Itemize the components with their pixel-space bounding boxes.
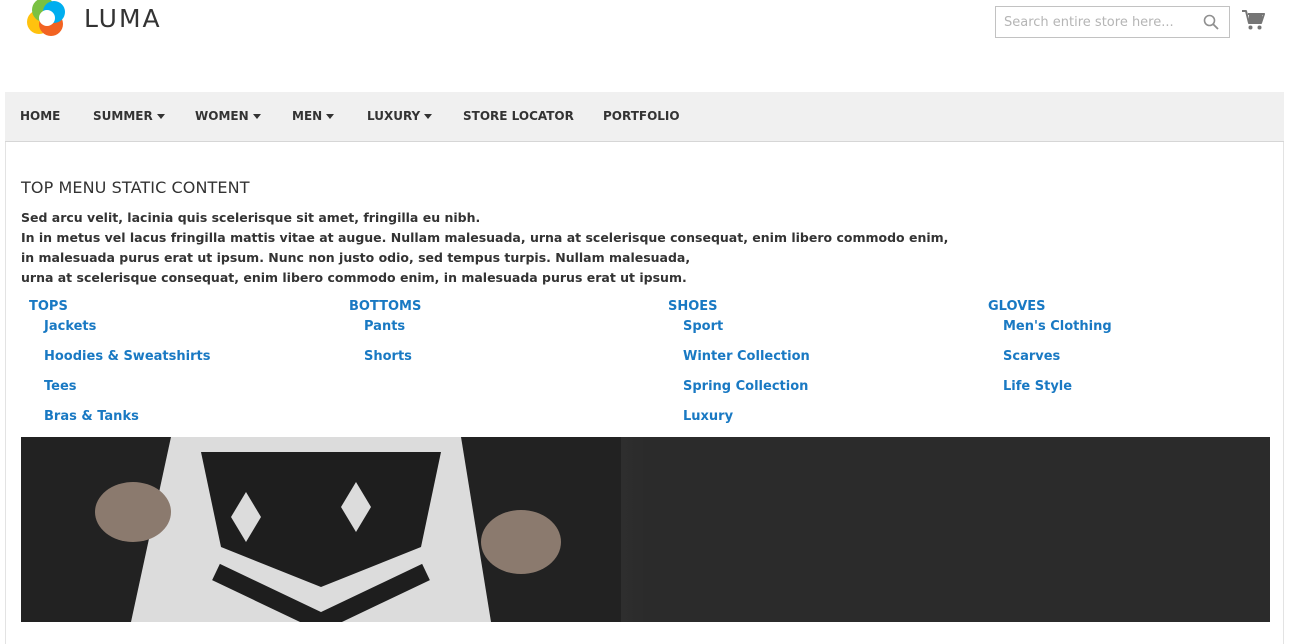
mega-menu-panel: TOP MENU STATIC CONTENT Sed arcu velit, …	[5, 142, 1284, 644]
menu-link[interactable]: Tees	[44, 379, 210, 409]
column-heading[interactable]: SHOES	[668, 299, 810, 315]
menu-link[interactable]: Spring Collection	[683, 379, 810, 409]
menu-column-shoes: SHOES Sport Winter Collection Spring Col…	[668, 299, 810, 439]
nav-item-luxury[interactable]: LUXURY	[367, 109, 433, 123]
luma-logo-icon	[24, 0, 70, 42]
menu-column-gloves: GLOVES Men's Clothing Scarves Life Style	[988, 299, 1112, 409]
nav-item-label: SUMMER	[93, 109, 153, 123]
menu-link[interactable]: Shorts	[364, 349, 421, 379]
caret-down-icon	[424, 113, 433, 119]
menu-link[interactable]: Hoodies & Sweatshirts	[44, 349, 210, 379]
menu-link[interactable]: Sport	[683, 319, 810, 349]
top-navigation: HOME SUMMER WOMEN MEN LUXURY STORE LOCAT…	[5, 92, 1284, 142]
cart-icon[interactable]	[1241, 9, 1265, 31]
menu-link[interactable]: Men's Clothing	[1003, 319, 1112, 349]
menu-link[interactable]: Scarves	[1003, 349, 1112, 379]
nav-item-portfolio[interactable]: PORTFOLIO	[603, 109, 680, 123]
brand-name: LUMA	[84, 4, 162, 33]
search-icon[interactable]	[1203, 14, 1219, 30]
menu-link[interactable]: Jackets	[44, 319, 210, 349]
nav-item-label: WOMEN	[195, 109, 249, 123]
description-line: urna at scelerisque consequat, enim libe…	[21, 270, 687, 285]
panel-title: TOP MENU STATIC CONTENT	[21, 178, 250, 197]
nav-item-label: LUXURY	[367, 109, 421, 123]
search-box	[995, 6, 1230, 38]
column-heading[interactable]: TOPS	[29, 299, 210, 315]
menu-link[interactable]: Luxury	[683, 409, 810, 439]
search-input[interactable]	[996, 7, 1196, 37]
nav-item-label: HOME	[20, 109, 61, 123]
nav-item-men[interactable]: MEN	[292, 109, 335, 123]
caret-down-icon	[156, 113, 165, 119]
caret-down-icon	[326, 113, 335, 119]
menu-link[interactable]: Pants	[364, 319, 421, 349]
nav-item-summer[interactable]: SUMMER	[93, 109, 165, 123]
description-line: in malesuada purus erat ut ipsum. Nunc n…	[21, 250, 691, 265]
menu-column-bottoms: BOTTOMS Pants Shorts	[349, 299, 421, 379]
nav-item-label: PORTFOLIO	[603, 109, 680, 123]
promo-banner-image[interactable]	[21, 437, 1270, 622]
menu-link[interactable]: Bras & Tanks	[44, 409, 210, 439]
nav-item-store-locator[interactable]: STORE LOCATOR	[463, 109, 574, 123]
panel-description: Sed arcu velit, lacinia quis scelerisque…	[21, 208, 961, 288]
nav-item-label: STORE LOCATOR	[463, 109, 574, 123]
menu-link[interactable]: Winter Collection	[683, 349, 810, 379]
nav-item-women[interactable]: WOMEN	[195, 109, 261, 123]
description-line: Sed arcu velit, lacinia quis scelerisque…	[21, 210, 481, 225]
nav-item-label: MEN	[292, 109, 323, 123]
caret-down-icon	[252, 113, 261, 119]
menu-column-tops: TOPS Jackets Hoodies & Sweatshirts Tees …	[29, 299, 210, 439]
nav-item-home[interactable]: HOME	[20, 109, 60, 123]
logo[interactable]: LUMA	[24, 0, 160, 42]
description-line: In in metus vel lacus fringilla mattis v…	[21, 230, 949, 245]
column-heading[interactable]: BOTTOMS	[349, 299, 421, 315]
column-heading[interactable]: GLOVES	[988, 299, 1112, 315]
menu-link[interactable]: Life Style	[1003, 379, 1112, 409]
